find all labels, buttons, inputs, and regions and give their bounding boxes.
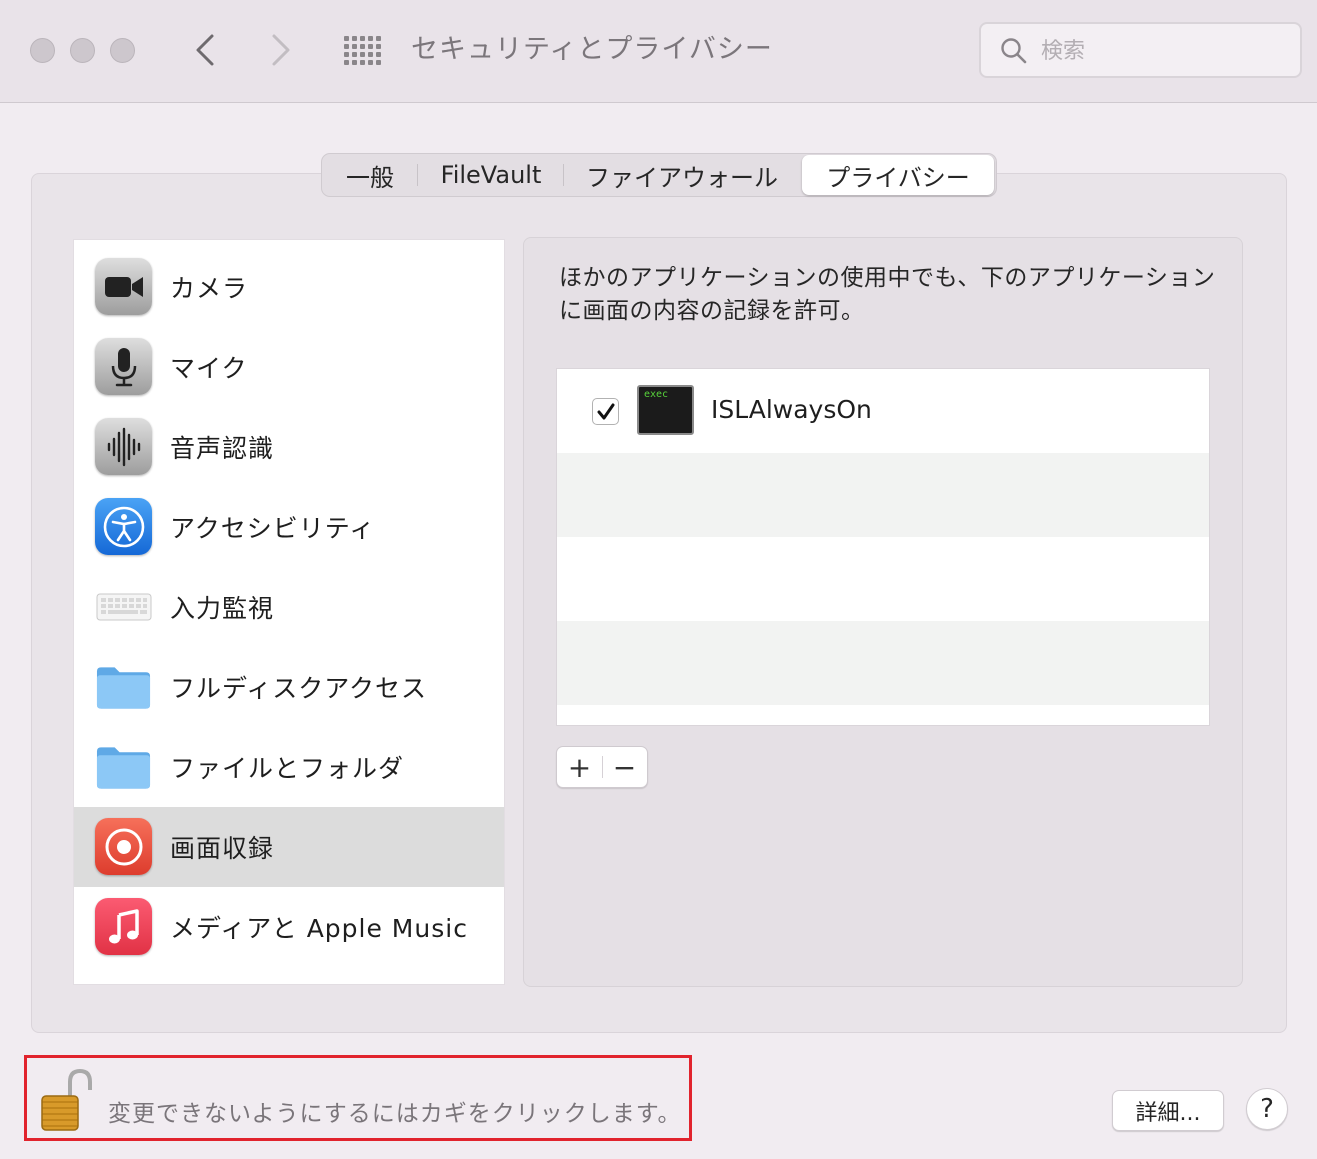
sidebar-item-media-apple-music[interactable]: メディアと Apple Music: [74, 887, 504, 967]
sidebar-item-label: 入力監視: [170, 594, 275, 623]
chevron-right-icon: [272, 34, 290, 66]
advanced-details-button[interactable]: 詳細...: [1112, 1090, 1224, 1131]
back-button[interactable]: [192, 28, 218, 83]
privacy-category-list[interactable]: カメラ マイク 音声認識 アクセシビリティ 入力監視 フルディスクアクセス ファ…: [73, 239, 505, 985]
sidebar-item-accessibility[interactable]: アクセシビリティ: [74, 487, 504, 567]
minus-icon: −: [612, 750, 637, 784]
help-button[interactable]: ?: [1246, 1088, 1288, 1130]
add-remove-control: + −: [556, 746, 648, 788]
folder-icon: [95, 658, 152, 715]
sidebar-item-screen-recording[interactable]: 画面収録: [74, 807, 504, 887]
sidebar-item-input-monitoring[interactable]: 入力監視: [74, 567, 504, 647]
search-input[interactable]: [1041, 34, 1281, 68]
keyboard-icon: [95, 578, 152, 635]
music-icon: [95, 898, 152, 955]
sidebar-item-label: フルディスクアクセス: [170, 674, 428, 703]
unlocked-padlock-icon[interactable]: [40, 1068, 92, 1134]
zoom-window-button[interactable]: [110, 38, 135, 63]
accessibility-icon: [95, 498, 152, 555]
sidebar-item-speech-recognition[interactable]: 音声認識: [74, 407, 504, 487]
tab-privacy[interactable]: プライバシー: [802, 155, 994, 195]
sidebar-item-label: メディアと Apple Music: [170, 914, 468, 943]
minimize-window-button[interactable]: [70, 38, 95, 63]
sidebar-item-files-and-folders[interactable]: ファイルとフォルダ: [74, 727, 504, 807]
tab-label: プライバシー: [826, 163, 970, 192]
lock-instruction-text: 変更できないようにするにはカギをクリックします。: [108, 1101, 682, 1127]
allowed-apps-list[interactable]: exec ISLAlwaysOn: [556, 368, 1210, 726]
tab-firewall[interactable]: ファイアウォール: [564, 154, 800, 196]
app-name: ISLAlwaysOn: [711, 395, 872, 424]
checkmark-icon: [597, 403, 614, 419]
empty-list-row: [557, 453, 1209, 537]
sidebar-item-full-disk-access[interactable]: フルディスクアクセス: [74, 647, 504, 727]
tab-general[interactable]: 一般: [322, 154, 418, 196]
waveform-icon: [95, 418, 152, 475]
chevron-left-icon: [196, 34, 214, 66]
tab-bar: 一般 FileVault ファイアウォール プライバシー: [321, 153, 997, 197]
sidebar-item-label: ファイルとフォルダ: [170, 754, 405, 783]
screen-recording-description: ほかのアプリケーションの使用中でも、下のアプリケーションに画面の内容の記録を許可…: [559, 265, 1216, 324]
exec-terminal-icon: exec: [637, 385, 694, 435]
close-window-button[interactable]: [30, 38, 55, 63]
tab-label: 一般: [346, 163, 394, 192]
tab-label: ファイアウォール: [586, 163, 778, 192]
help-icon: ?: [1260, 1094, 1274, 1124]
sidebar-item-label: アクセシビリティ: [170, 514, 376, 543]
app-allow-checkbox[interactable]: [592, 398, 619, 425]
sidebar-item-camera[interactable]: カメラ: [74, 247, 504, 327]
microphone-icon: [95, 338, 152, 395]
show-all-grid-icon[interactable]: [344, 36, 382, 66]
empty-list-row: [557, 621, 1209, 705]
plus-icon: +: [567, 750, 592, 784]
add-app-button[interactable]: +: [557, 747, 603, 787]
sidebar-item-label: 画面収録: [170, 834, 275, 863]
remove-app-button[interactable]: −: [602, 747, 647, 787]
empty-list-row: [557, 537, 1209, 621]
sidebar-item-label: マイク: [170, 354, 248, 383]
exec-icon-text: exec: [644, 389, 669, 400]
screen-record-icon: [95, 818, 152, 875]
search-field[interactable]: [979, 22, 1302, 78]
window-title: セキュリティとプライバシー: [411, 34, 773, 65]
search-icon: [1001, 38, 1027, 64]
sidebar-item-microphone[interactable]: マイク: [74, 327, 504, 407]
folder-icon: [95, 738, 152, 795]
title-bar: セキュリティとプライバシー: [0, 0, 1317, 103]
tab-label: FileVault: [440, 161, 542, 189]
list-item[interactable]: exec ISLAlwaysOn: [557, 369, 1209, 453]
camera-icon: [95, 258, 152, 315]
sidebar-item-label: 音声認識: [170, 434, 275, 463]
sidebar-item-label: カメラ: [170, 274, 249, 303]
tab-filevault[interactable]: FileVault: [418, 154, 564, 196]
forward-button[interactable]: [268, 28, 294, 83]
